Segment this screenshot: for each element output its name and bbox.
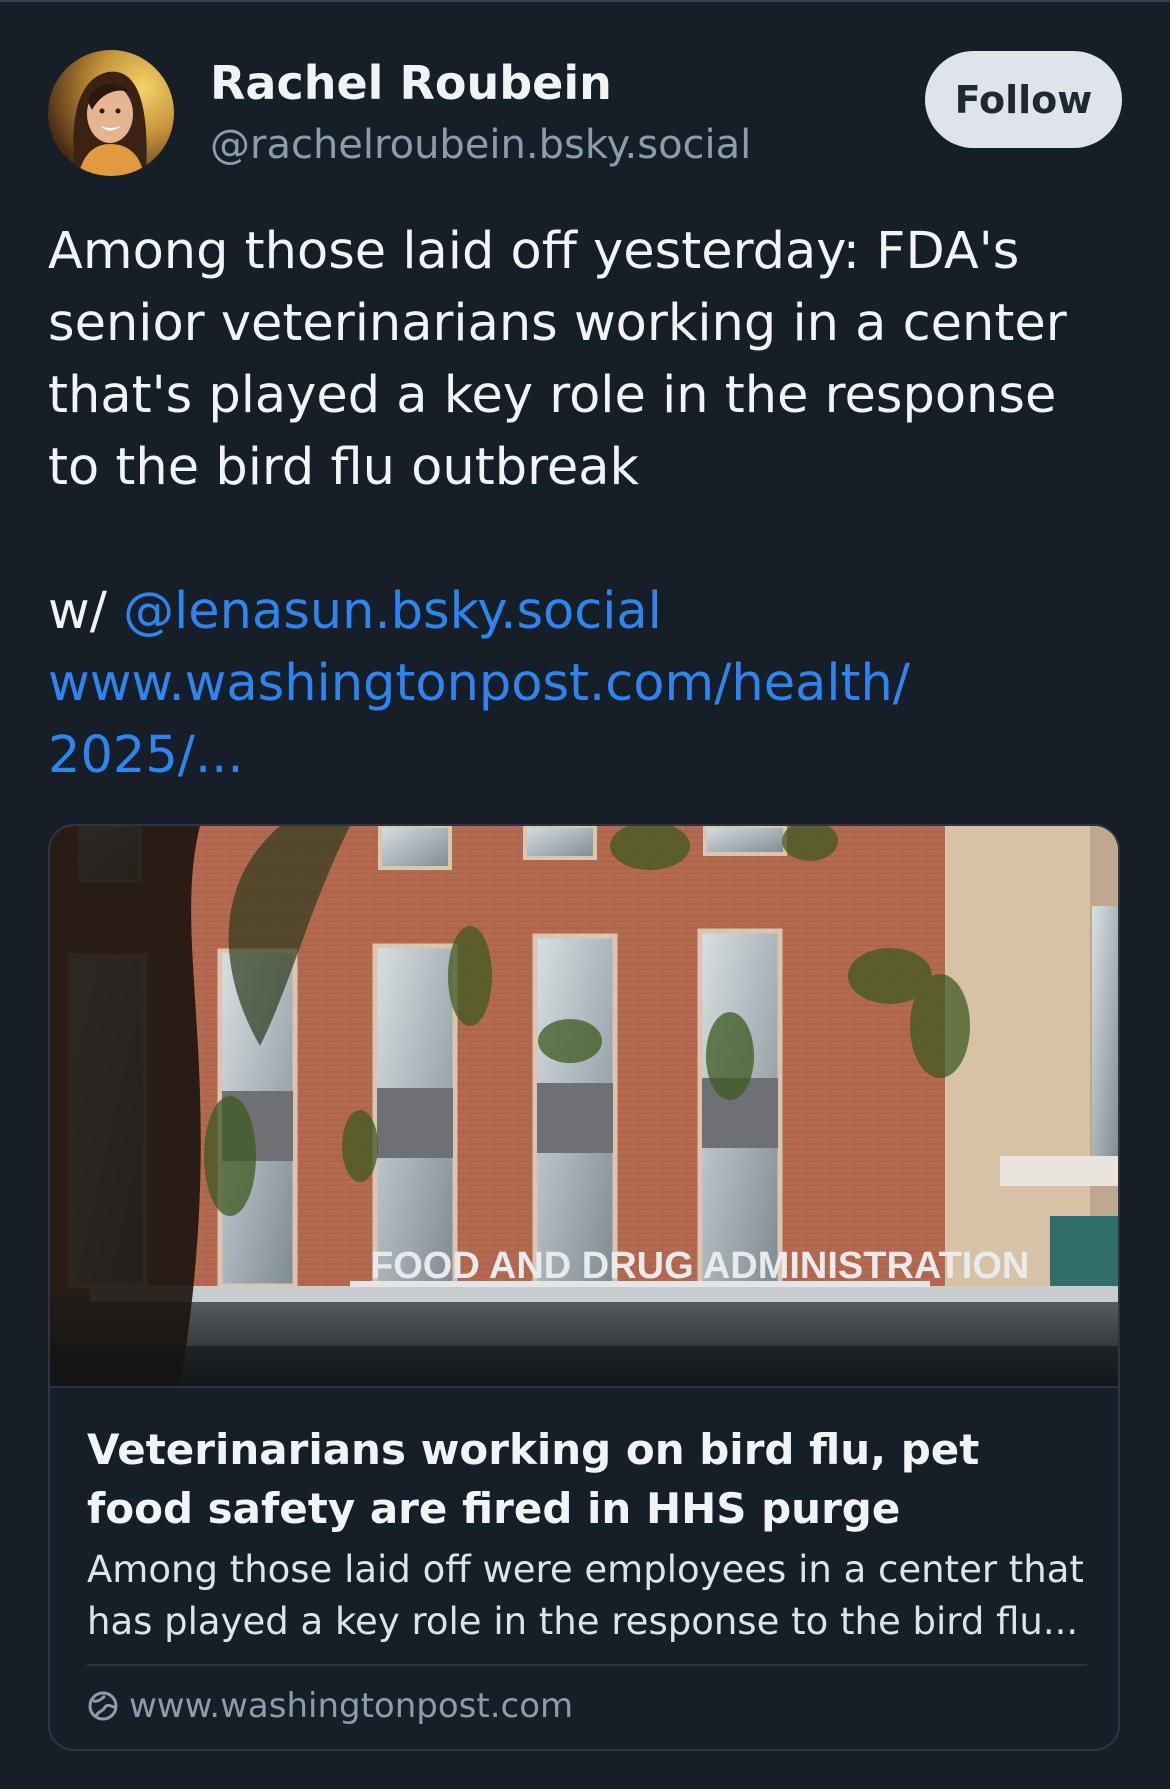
article-link[interactable]: www.washingtonpost.com/health/ — [48, 648, 1128, 720]
avatar-image — [48, 50, 174, 176]
card-description: Among those laid off were employees in a… — [87, 1548, 1084, 1643]
post-text-line: senior veterinarians working in a center — [48, 294, 1067, 353]
follow-button[interactable]: Follow — [925, 51, 1122, 148]
author-handle[interactable]: @rachelroubein.bsky.social — [210, 122, 751, 168]
with-prefix: w/ — [48, 582, 124, 641]
top-divider — [0, 0, 1170, 2]
author-name[interactable]: Rachel Roubein — [210, 56, 612, 110]
card-title[interactable]: Veterinarians working on bird flu, pet f… — [87, 1420, 1087, 1538]
fda-sign-text: FOOD AND DRUG ADMINISTRATION — [370, 1245, 1029, 1287]
globe-icon — [88, 1691, 118, 1721]
card-divider — [87, 1664, 1087, 1666]
card-domain-row[interactable]: www.washingtonpost.com — [87, 1686, 573, 1726]
mention-line: w/ @lenasun.bsky.social — [48, 576, 1128, 648]
post-text: Among those laid off yesterday: FDA's se… — [48, 216, 1128, 792]
link-preview-card[interactable]: FOOD AND DRUG ADMINISTRATION Veterinaria… — [48, 824, 1120, 1751]
post-text-line: that's played a key role in the response — [48, 366, 1057, 425]
post: Rachel Roubein @rachelroubein.bsky.socia… — [0, 0, 1170, 1789]
avatar[interactable] — [48, 50, 174, 176]
post-text-line: to the bird flu outbreak — [48, 438, 640, 497]
card-domain: www.washingtonpost.com — [129, 1686, 574, 1726]
post-text-line: Among those laid off yesterday: FDA's — [48, 222, 1020, 281]
article-link-continued[interactable]: 2025/... — [48, 720, 1128, 792]
card-image-separator — [50, 1386, 1118, 1388]
card-image[interactable]: FOOD AND DRUG ADMINISTRATION — [50, 826, 1120, 1386]
mention-link[interactable]: @lenasun.bsky.social — [123, 582, 662, 641]
